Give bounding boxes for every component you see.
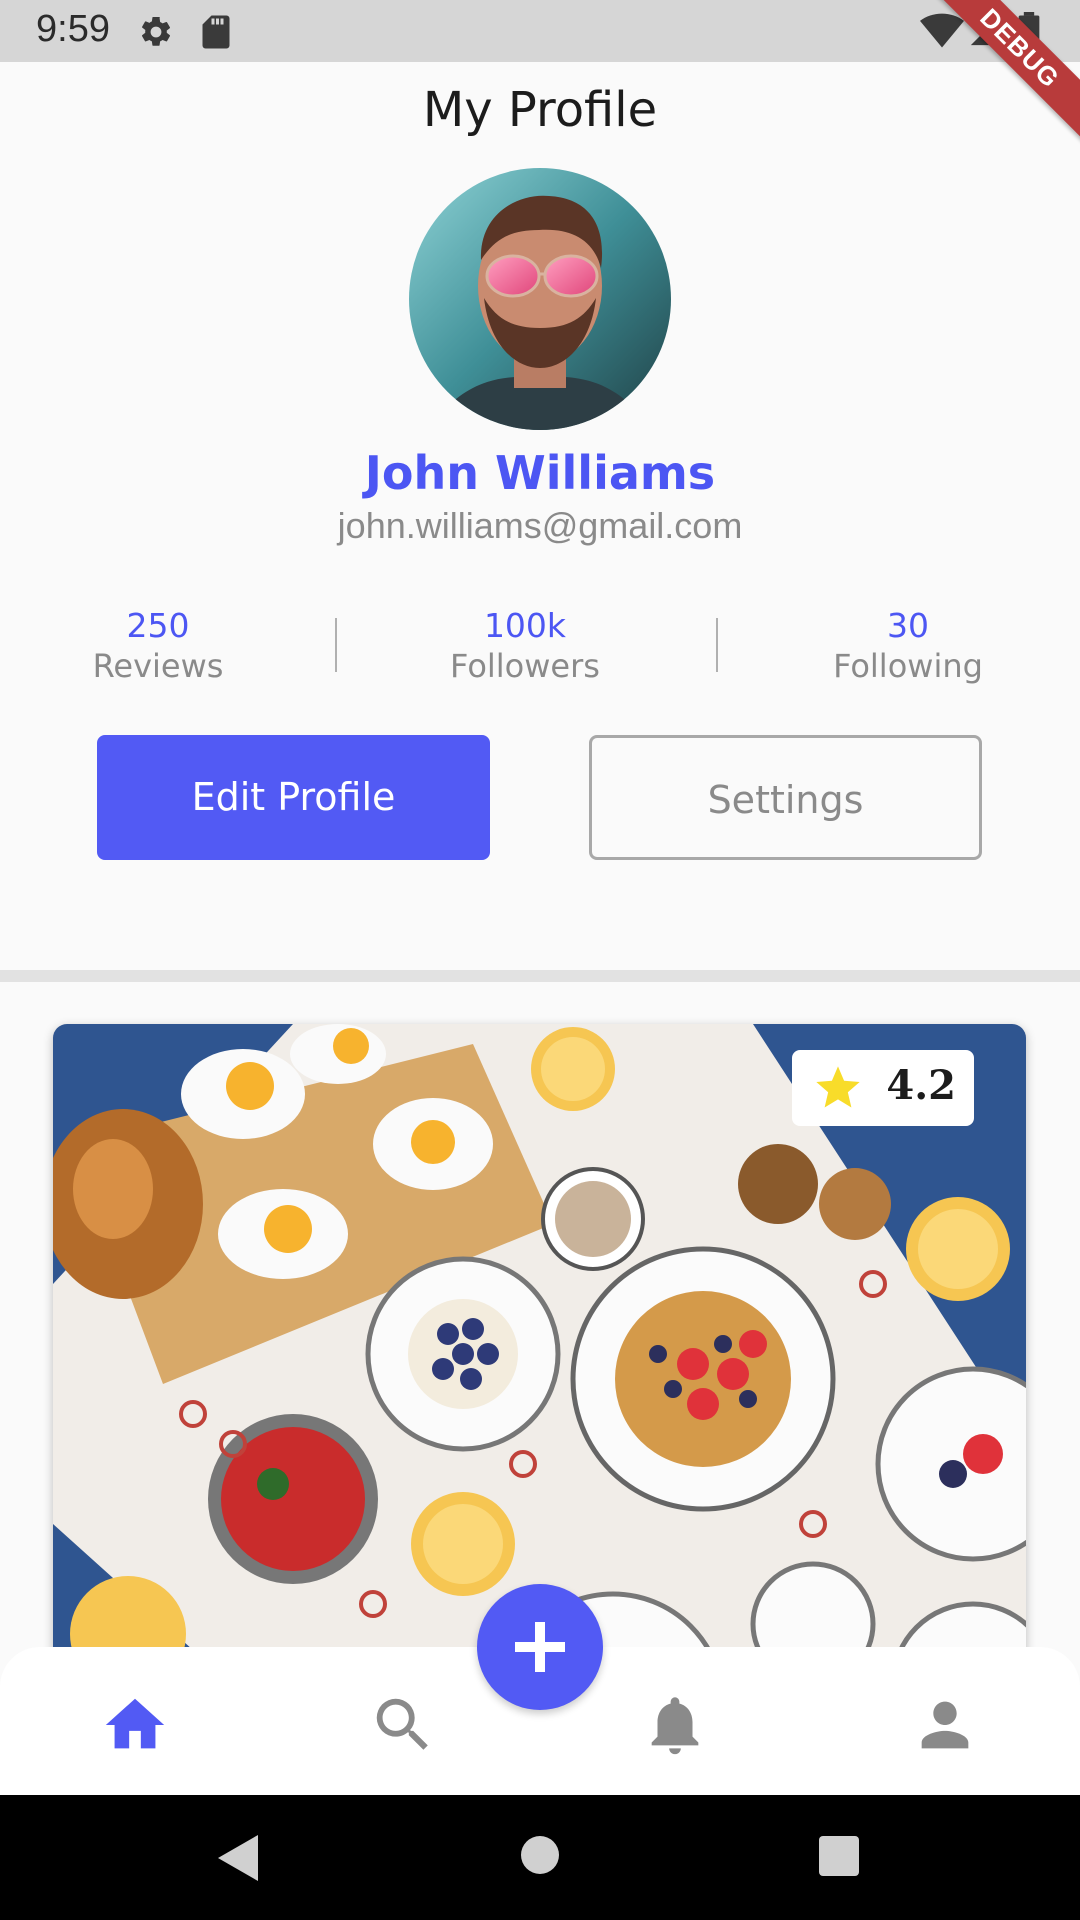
stat-reviews[interactable]: 250 Reviews — [78, 604, 238, 684]
status-bar: 9:59 DEBUG — [0, 0, 1080, 155]
stat-divider — [335, 618, 337, 672]
settings-icon — [138, 14, 174, 54]
back-icon[interactable] — [214, 1833, 262, 1887]
add-button[interactable] — [477, 1584, 603, 1710]
rating-badge: 4.2 — [792, 1050, 974, 1126]
stat-value: 100k — [483, 606, 567, 645]
rating-value: 4.2 — [886, 1062, 956, 1109]
stat-followers[interactable]: 100k Followers — [430, 604, 620, 684]
stat-value: 30 — [887, 606, 929, 645]
search-icon[interactable] — [368, 1690, 438, 1764]
edit-profile-button[interactable]: Edit Profile — [97, 735, 490, 860]
stat-label: Followers — [450, 647, 600, 685]
stat-value: 250 — [126, 606, 190, 645]
recents-icon[interactable] — [818, 1835, 860, 1881]
system-nav — [0, 1795, 1080, 1920]
person-icon[interactable] — [910, 1690, 980, 1764]
user-name: John Williams — [364, 446, 716, 500]
stat-divider — [716, 618, 718, 672]
settings-button[interactable]: Settings — [589, 735, 982, 860]
page-title: My Profile — [422, 82, 658, 138]
home-circle-icon[interactable] — [520, 1835, 560, 1879]
wifi-icon — [920, 12, 964, 54]
avatar[interactable] — [409, 168, 671, 430]
add-icon — [515, 1622, 565, 1672]
status-time: 9:59 — [36, 8, 110, 50]
sd-card-icon — [200, 14, 232, 54]
stat-following[interactable]: 30 Following — [818, 604, 998, 684]
stat-label: Following — [833, 647, 983, 685]
home-icon[interactable] — [100, 1690, 170, 1764]
star-icon — [812, 1062, 864, 1118]
section-divider — [0, 970, 1080, 982]
user-email: john.williams@gmail.com — [337, 505, 743, 546]
stat-label: Reviews — [92, 647, 224, 685]
bell-icon[interactable] — [640, 1690, 710, 1764]
